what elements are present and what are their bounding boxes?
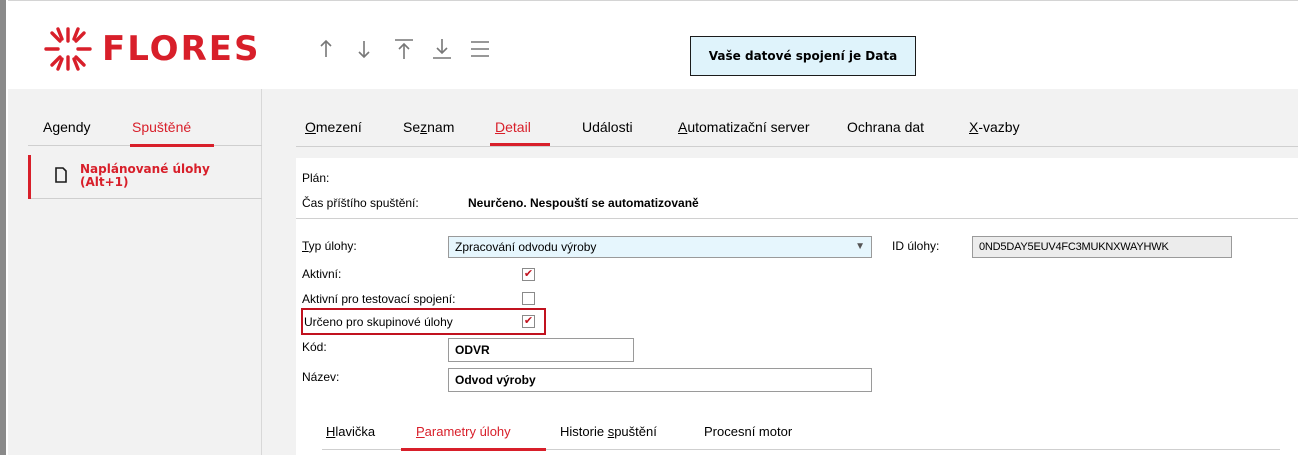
active-tab-indicator [490, 143, 550, 146]
tab-seznam[interactable]: Seznam [403, 119, 454, 135]
arrow-up-icon[interactable] [314, 37, 338, 61]
sidebar-tab-spustene[interactable]: Spuštěné [132, 119, 191, 135]
subtab-procesni-motor[interactable]: Procesní motor [704, 424, 792, 439]
plan-label: Plán: [302, 171, 330, 185]
tab-omezeni[interactable]: Omezení [305, 119, 362, 135]
active-label: Aktivní: [302, 267, 342, 281]
arrow-top-icon[interactable] [392, 37, 416, 61]
sidebar-item-shortcut: (Alt+1) [80, 175, 129, 189]
task-type-label: Typ úlohy: [302, 239, 357, 253]
active-test-label: Aktivní pro testovací spojení: [302, 292, 456, 306]
active-subtab-indicator [401, 448, 546, 451]
active-checkbox[interactable]: ✔ [522, 268, 535, 281]
detail-panel: Plán: Čas příštího spuštění: Neurčeno. N… [296, 158, 1298, 455]
tab-automatizacni-server[interactable]: Automatizační server [678, 119, 810, 135]
section-divider [296, 218, 1298, 219]
task-id-label: ID úlohy: [892, 239, 940, 253]
task-type-value: Zpracování odvodu výroby [455, 240, 597, 254]
next-run-label: Čas příštího spuštění: [302, 196, 419, 210]
tab-ochrana-dat[interactable]: Ochrana dat [847, 119, 924, 135]
document-icon [55, 167, 67, 183]
logo-text: FLORES [102, 29, 261, 69]
tab-udalosti[interactable]: Události [582, 119, 633, 135]
name-field[interactable]: Odvod výroby [448, 368, 872, 392]
sidebar-active-tab-indicator [130, 144, 214, 147]
code-label: Kód: [302, 340, 327, 354]
main-tabs: Omezení Seznam Detail Události Automatiz… [262, 89, 1298, 147]
name-label: Název: [302, 370, 340, 384]
flores-logo: FLORES [38, 25, 338, 73]
flores-sun-icon [44, 27, 92, 71]
sidebar-tab-agendy[interactable]: Agendy [43, 119, 90, 135]
next-run-value: Neurčeno. Nespouští se automatizovaně [468, 196, 699, 210]
subtab-historie-spusteni[interactable]: Historie spuštění [560, 424, 657, 439]
top-bar: FLORES Vaše datové spojení je Data [8, 0, 1298, 90]
tab-x-vazby[interactable]: X-vazby [969, 119, 1020, 135]
subtab-hlavicka[interactable]: Hlavička [326, 424, 375, 439]
chevron-down-icon: ▼ [855, 241, 865, 252]
subtab-parametry-ulohy[interactable]: Parametry úlohy [416, 424, 511, 439]
task-id-field[interactable]: 0ND5DAY5EUV4FC3MUKNXWAYHWK [972, 236, 1232, 258]
menu-icon[interactable] [468, 37, 492, 61]
task-type-select[interactable]: Zpracování odvodu výroby ▼ [448, 236, 872, 258]
active-item-bar [28, 155, 31, 199]
tabs-divider [296, 146, 1298, 147]
tab-detail[interactable]: Detail [495, 119, 531, 135]
group-task-checkbox[interactable]: ✔ [522, 315, 535, 328]
arrow-bottom-icon[interactable] [430, 37, 454, 61]
connection-info-button[interactable]: Vaše datové spojení je Data [690, 36, 916, 76]
group-task-label: Určeno pro skupinové úlohy [304, 315, 453, 329]
main-area: Omezení Seznam Detail Události Automatiz… [262, 89, 1298, 455]
left-edge-bar [0, 0, 6, 455]
sidebar-item-naplanovane-ulohy[interactable]: Naplánované úlohy (Alt+1) [28, 155, 269, 199]
active-test-checkbox[interactable] [522, 292, 535, 305]
sidebar: Agendy Spuštěné Naplánované úlohy (Alt+1… [8, 89, 269, 455]
arrow-down-icon[interactable] [352, 37, 376, 61]
connection-info-label: Vaše datové spojení je Data [708, 49, 898, 63]
code-field[interactable]: ODVR [448, 338, 634, 362]
sidebar-item-label: Naplánované úlohy (Alt+1) [80, 163, 210, 189]
